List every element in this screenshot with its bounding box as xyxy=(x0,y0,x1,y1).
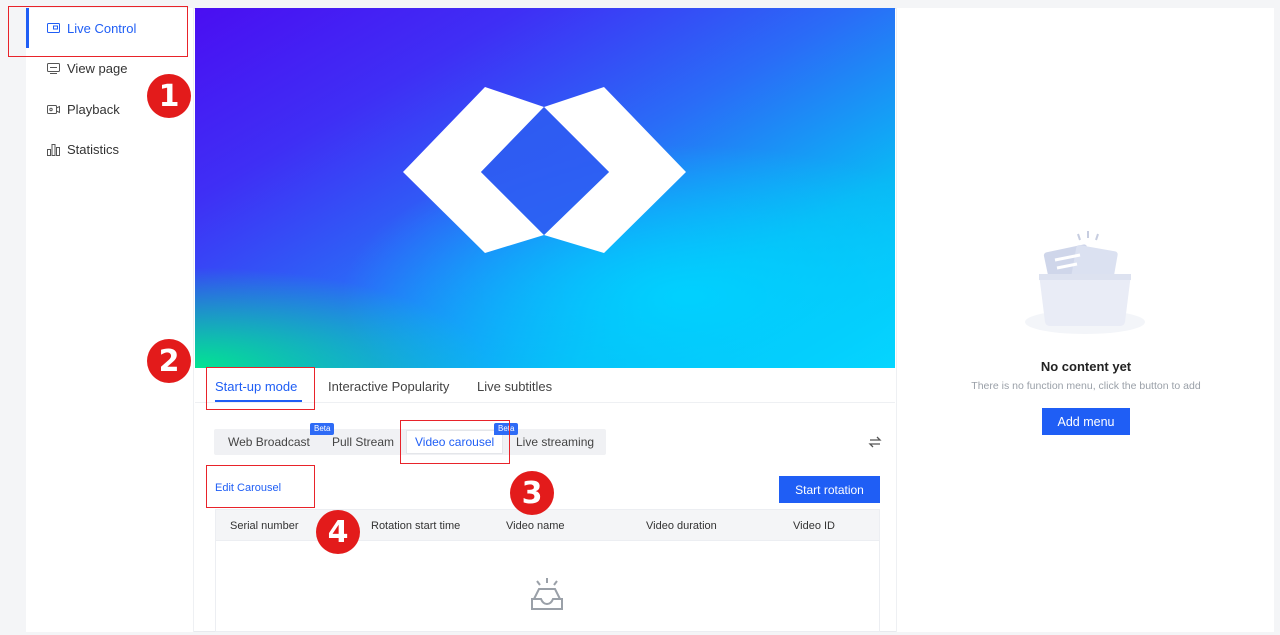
empty-title: No content yet xyxy=(1040,359,1132,374)
statistics-icon xyxy=(46,142,60,156)
function-menu-panel: No content yet There is no function menu… xyxy=(896,8,1274,632)
tab-live-subtitles[interactable]: Live subtitles xyxy=(477,369,552,403)
sidebar-item-label: View page xyxy=(67,60,128,76)
column-header: Serial number xyxy=(230,519,299,532)
mode-pull-stream[interactable]: Pull Stream xyxy=(332,429,394,455)
annotation-box xyxy=(206,465,315,508)
view-page-icon xyxy=(46,61,60,75)
mode-web-broadcast[interactable]: Web Broadcast xyxy=(228,429,310,455)
empty-subtitle: There is no function menu, click the but… xyxy=(971,380,1201,392)
annotation-number: 1 xyxy=(147,74,191,118)
column-header: Rotation start time xyxy=(371,519,461,532)
swap-icon[interactable] xyxy=(868,435,882,449)
sidebar-item-label: Playback xyxy=(67,101,120,117)
live-video-preview[interactable] xyxy=(195,8,895,368)
annotation-number: 2 xyxy=(147,339,191,383)
empty-inbox-icon xyxy=(528,577,566,613)
annotation-box xyxy=(400,420,510,464)
annotation-number: 4 xyxy=(316,510,360,554)
column-header: Video ID xyxy=(793,519,835,532)
tab-interactive-popularity[interactable]: Interactive Popularity xyxy=(328,369,449,403)
annotation-box xyxy=(206,367,315,410)
add-menu-button[interactable]: Add menu xyxy=(1042,408,1130,435)
playback-icon xyxy=(46,102,60,116)
start-rotation-button[interactable]: Start rotation xyxy=(779,476,880,503)
brand-logo-icon xyxy=(403,87,686,253)
sidebar-item-label: Statistics xyxy=(67,141,120,157)
empty-folder-icon xyxy=(1025,226,1145,336)
annotation-box xyxy=(8,6,188,57)
annotation-number: 3 xyxy=(510,471,554,515)
beta-badge: Beta xyxy=(310,423,335,435)
carousel-table: Serial number Rotation start time Video … xyxy=(215,509,880,632)
mode-live-streaming[interactable]: Live streaming xyxy=(516,429,594,455)
sidebar-item-statistics[interactable]: Statistics xyxy=(26,129,194,169)
column-header: Video duration xyxy=(646,519,717,532)
